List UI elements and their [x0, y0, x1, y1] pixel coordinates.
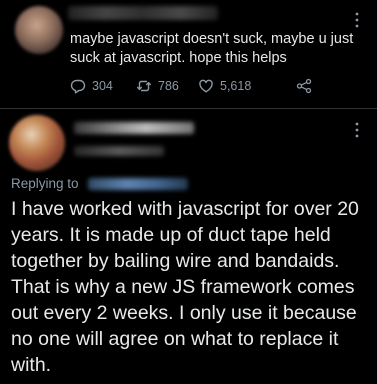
tweet-text: I have worked with javascript for over 2… [11, 198, 359, 376]
like-icon [199, 79, 213, 93]
retweet-button[interactable]: 786 [136, 77, 179, 95]
like-count: 5,618 [220, 79, 252, 93]
reply-count: 304 [92, 79, 113, 93]
redacted-author-name [74, 122, 194, 134]
redacted-author-handle [74, 146, 164, 156]
avatar[interactable] [9, 115, 65, 171]
tweet-actions: 304 786 5,618 [70, 77, 370, 95]
more-options-icon[interactable] [351, 120, 363, 140]
reply-icon [70, 79, 86, 94]
redacted-replying-to-handle[interactable] [88, 178, 188, 190]
reply-button[interactable]: 304 [70, 77, 113, 95]
original-tweet[interactable]: maybe javascript doesn't suck, maybe u j… [0, 0, 377, 108]
like-button[interactable]: 5,618 [198, 77, 251, 95]
avatar[interactable] [15, 6, 63, 54]
tweet-text: maybe javascript doesn't suck, maybe u j… [70, 31, 354, 66]
retweet-count: 786 [158, 79, 179, 93]
share-icon [296, 78, 312, 94]
replying-to-label: Replying to [11, 176, 79, 191]
more-options-icon[interactable] [351, 10, 363, 30]
tweet-divider [0, 108, 377, 109]
retweet-icon [136, 80, 152, 92]
redacted-author-name [68, 6, 218, 20]
share-button[interactable] [296, 77, 312, 95]
